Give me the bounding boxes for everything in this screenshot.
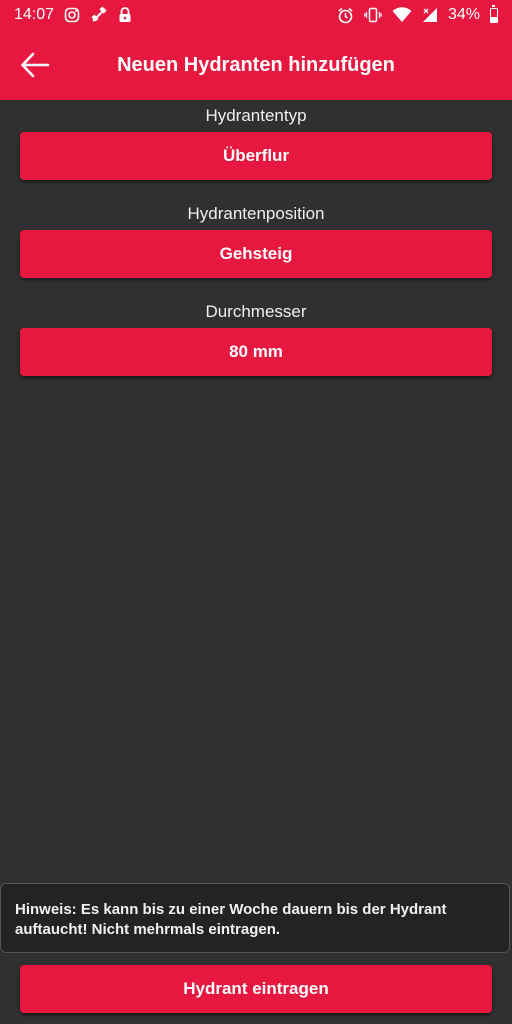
instagram-icon (64, 7, 80, 23)
hydrant-type-label: Hydrantentyp (205, 106, 307, 125)
page-title: Neuen Hydranten hinzufügen (117, 53, 395, 76)
alarm-icon (337, 7, 354, 24)
hydrant-type-button[interactable]: Überflur (20, 132, 492, 180)
hint-toast: Hinweis: Es kann bis zu einer Woche daue… (0, 883, 510, 953)
form: Hydrantentyp Überflur Hydrantenposition … (0, 100, 512, 376)
app-bar: Neuen Hydranten hinzufügen (0, 30, 512, 100)
diameter-button[interactable]: 80 mm (20, 328, 492, 376)
clock: 14:07 (14, 6, 55, 23)
signal-icon (422, 7, 438, 23)
hydrant-position-label: Hydrantenposition (187, 204, 325, 223)
hydrant-position-button[interactable]: Gehsteig (20, 230, 492, 278)
status-bar: 14:07 34% (0, 0, 512, 30)
wifi-icon (392, 7, 412, 23)
lock-icon (118, 7, 132, 23)
battery-icon (490, 4, 498, 23)
diameter-label: Durchmesser (205, 302, 307, 321)
satellite-icon (90, 6, 108, 24)
battery-level: 34% (447, 6, 480, 23)
vibrate-icon (364, 7, 382, 23)
submit-hydrant-button[interactable]: Hydrant eintragen (20, 965, 492, 1013)
back-arrow-icon[interactable] (18, 50, 52, 80)
